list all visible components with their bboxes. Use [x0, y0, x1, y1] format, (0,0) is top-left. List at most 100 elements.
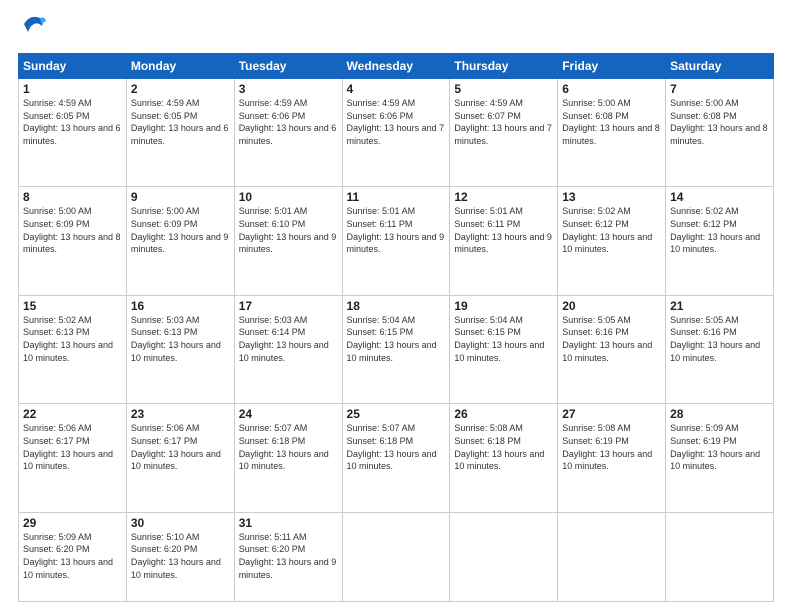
calendar-page: SundayMondayTuesdayWednesdayThursdayFrid… [0, 0, 792, 612]
day-number: 23 [131, 407, 230, 421]
day-number: 15 [23, 299, 122, 313]
calendar-cell: 20 Sunrise: 5:05 AM Sunset: 6:16 PM Dayl… [558, 295, 666, 403]
cell-content: Sunrise: 5:09 AM Sunset: 6:20 PM Dayligh… [23, 531, 122, 581]
weekday-header-row: SundayMondayTuesdayWednesdayThursdayFrid… [19, 54, 774, 79]
weekday-header-tuesday: Tuesday [234, 54, 342, 79]
day-number: 1 [23, 82, 122, 96]
day-number: 12 [454, 190, 553, 204]
day-number: 31 [239, 516, 338, 530]
calendar-cell [666, 512, 774, 601]
day-number: 28 [670, 407, 769, 421]
cell-content: Sunrise: 5:09 AM Sunset: 6:19 PM Dayligh… [670, 422, 769, 472]
calendar-cell: 22 Sunrise: 5:06 AM Sunset: 6:17 PM Dayl… [19, 404, 127, 512]
calendar-cell [558, 512, 666, 601]
day-number: 27 [562, 407, 661, 421]
cell-content: Sunrise: 5:04 AM Sunset: 6:15 PM Dayligh… [454, 314, 553, 364]
calendar-cell [450, 512, 558, 601]
day-number: 18 [347, 299, 446, 313]
calendar-week-1: 1 Sunrise: 4:59 AM Sunset: 6:05 PM Dayli… [19, 79, 774, 187]
cell-content: Sunrise: 5:03 AM Sunset: 6:14 PM Dayligh… [239, 314, 338, 364]
calendar-cell: 31 Sunrise: 5:11 AM Sunset: 6:20 PM Dayl… [234, 512, 342, 601]
cell-content: Sunrise: 5:00 AM Sunset: 6:08 PM Dayligh… [670, 97, 769, 147]
cell-content: Sunrise: 5:07 AM Sunset: 6:18 PM Dayligh… [239, 422, 338, 472]
calendar-cell: 16 Sunrise: 5:03 AM Sunset: 6:13 PM Dayl… [126, 295, 234, 403]
calendar-cell: 15 Sunrise: 5:02 AM Sunset: 6:13 PM Dayl… [19, 295, 127, 403]
day-number: 20 [562, 299, 661, 313]
day-number: 6 [562, 82, 661, 96]
cell-content: Sunrise: 5:08 AM Sunset: 6:18 PM Dayligh… [454, 422, 553, 472]
cell-content: Sunrise: 5:07 AM Sunset: 6:18 PM Dayligh… [347, 422, 446, 472]
day-number: 11 [347, 190, 446, 204]
calendar-cell: 9 Sunrise: 5:00 AM Sunset: 6:09 PM Dayli… [126, 187, 234, 295]
weekday-header-thursday: Thursday [450, 54, 558, 79]
calendar-cell: 25 Sunrise: 5:07 AM Sunset: 6:18 PM Dayl… [342, 404, 450, 512]
cell-content: Sunrise: 5:01 AM Sunset: 6:11 PM Dayligh… [454, 205, 553, 255]
day-number: 17 [239, 299, 338, 313]
weekday-header-monday: Monday [126, 54, 234, 79]
cell-content: Sunrise: 5:02 AM Sunset: 6:13 PM Dayligh… [23, 314, 122, 364]
cell-content: Sunrise: 5:02 AM Sunset: 6:12 PM Dayligh… [562, 205, 661, 255]
day-number: 14 [670, 190, 769, 204]
weekday-header-friday: Friday [558, 54, 666, 79]
cell-content: Sunrise: 5:06 AM Sunset: 6:17 PM Dayligh… [23, 422, 122, 472]
calendar-cell: 19 Sunrise: 5:04 AM Sunset: 6:15 PM Dayl… [450, 295, 558, 403]
calendar-cell: 26 Sunrise: 5:08 AM Sunset: 6:18 PM Dayl… [450, 404, 558, 512]
calendar-cell [342, 512, 450, 601]
calendar-week-5: 29 Sunrise: 5:09 AM Sunset: 6:20 PM Dayl… [19, 512, 774, 601]
day-number: 8 [23, 190, 122, 204]
cell-content: Sunrise: 4:59 AM Sunset: 6:06 PM Dayligh… [347, 97, 446, 147]
cell-content: Sunrise: 5:02 AM Sunset: 6:12 PM Dayligh… [670, 205, 769, 255]
cell-content: Sunrise: 4:59 AM Sunset: 6:07 PM Dayligh… [454, 97, 553, 147]
weekday-header-wednesday: Wednesday [342, 54, 450, 79]
calendar-table: SundayMondayTuesdayWednesdayThursdayFrid… [18, 53, 774, 602]
cell-content: Sunrise: 5:08 AM Sunset: 6:19 PM Dayligh… [562, 422, 661, 472]
day-number: 4 [347, 82, 446, 96]
cell-content: Sunrise: 5:00 AM Sunset: 6:08 PM Dayligh… [562, 97, 661, 147]
day-number: 9 [131, 190, 230, 204]
day-number: 29 [23, 516, 122, 530]
cell-content: Sunrise: 5:01 AM Sunset: 6:10 PM Dayligh… [239, 205, 338, 255]
calendar-cell: 30 Sunrise: 5:10 AM Sunset: 6:20 PM Dayl… [126, 512, 234, 601]
calendar-cell: 7 Sunrise: 5:00 AM Sunset: 6:08 PM Dayli… [666, 79, 774, 187]
cell-content: Sunrise: 5:05 AM Sunset: 6:16 PM Dayligh… [670, 314, 769, 364]
calendar-cell: 29 Sunrise: 5:09 AM Sunset: 6:20 PM Dayl… [19, 512, 127, 601]
calendar-cell: 1 Sunrise: 4:59 AM Sunset: 6:05 PM Dayli… [19, 79, 127, 187]
day-number: 24 [239, 407, 338, 421]
calendar-week-3: 15 Sunrise: 5:02 AM Sunset: 6:13 PM Dayl… [19, 295, 774, 403]
logo [18, 16, 48, 43]
calendar-week-4: 22 Sunrise: 5:06 AM Sunset: 6:17 PM Dayl… [19, 404, 774, 512]
logo-bird-icon [20, 10, 48, 43]
calendar-cell: 5 Sunrise: 4:59 AM Sunset: 6:07 PM Dayli… [450, 79, 558, 187]
cell-content: Sunrise: 5:00 AM Sunset: 6:09 PM Dayligh… [131, 205, 230, 255]
calendar-cell: 4 Sunrise: 4:59 AM Sunset: 6:06 PM Dayli… [342, 79, 450, 187]
cell-content: Sunrise: 4:59 AM Sunset: 6:06 PM Dayligh… [239, 97, 338, 147]
calendar-cell: 21 Sunrise: 5:05 AM Sunset: 6:16 PM Dayl… [666, 295, 774, 403]
day-number: 3 [239, 82, 338, 96]
cell-content: Sunrise: 5:00 AM Sunset: 6:09 PM Dayligh… [23, 205, 122, 255]
day-number: 13 [562, 190, 661, 204]
day-number: 25 [347, 407, 446, 421]
header [18, 16, 774, 43]
cell-content: Sunrise: 5:10 AM Sunset: 6:20 PM Dayligh… [131, 531, 230, 581]
calendar-cell: 14 Sunrise: 5:02 AM Sunset: 6:12 PM Dayl… [666, 187, 774, 295]
calendar-cell: 17 Sunrise: 5:03 AM Sunset: 6:14 PM Dayl… [234, 295, 342, 403]
cell-content: Sunrise: 5:01 AM Sunset: 6:11 PM Dayligh… [347, 205, 446, 255]
calendar-cell: 13 Sunrise: 5:02 AM Sunset: 6:12 PM Dayl… [558, 187, 666, 295]
day-number: 5 [454, 82, 553, 96]
day-number: 22 [23, 407, 122, 421]
cell-content: Sunrise: 5:11 AM Sunset: 6:20 PM Dayligh… [239, 531, 338, 581]
day-number: 30 [131, 516, 230, 530]
day-number: 21 [670, 299, 769, 313]
cell-content: Sunrise: 5:04 AM Sunset: 6:15 PM Dayligh… [347, 314, 446, 364]
calendar-cell: 10 Sunrise: 5:01 AM Sunset: 6:10 PM Dayl… [234, 187, 342, 295]
calendar-cell: 11 Sunrise: 5:01 AM Sunset: 6:11 PM Dayl… [342, 187, 450, 295]
calendar-cell: 28 Sunrise: 5:09 AM Sunset: 6:19 PM Dayl… [666, 404, 774, 512]
cell-content: Sunrise: 5:03 AM Sunset: 6:13 PM Dayligh… [131, 314, 230, 364]
calendar-week-2: 8 Sunrise: 5:00 AM Sunset: 6:09 PM Dayli… [19, 187, 774, 295]
day-number: 26 [454, 407, 553, 421]
calendar-cell: 2 Sunrise: 4:59 AM Sunset: 6:05 PM Dayli… [126, 79, 234, 187]
day-number: 10 [239, 190, 338, 204]
calendar-cell: 8 Sunrise: 5:00 AM Sunset: 6:09 PM Dayli… [19, 187, 127, 295]
calendar-cell: 23 Sunrise: 5:06 AM Sunset: 6:17 PM Dayl… [126, 404, 234, 512]
cell-content: Sunrise: 5:05 AM Sunset: 6:16 PM Dayligh… [562, 314, 661, 364]
